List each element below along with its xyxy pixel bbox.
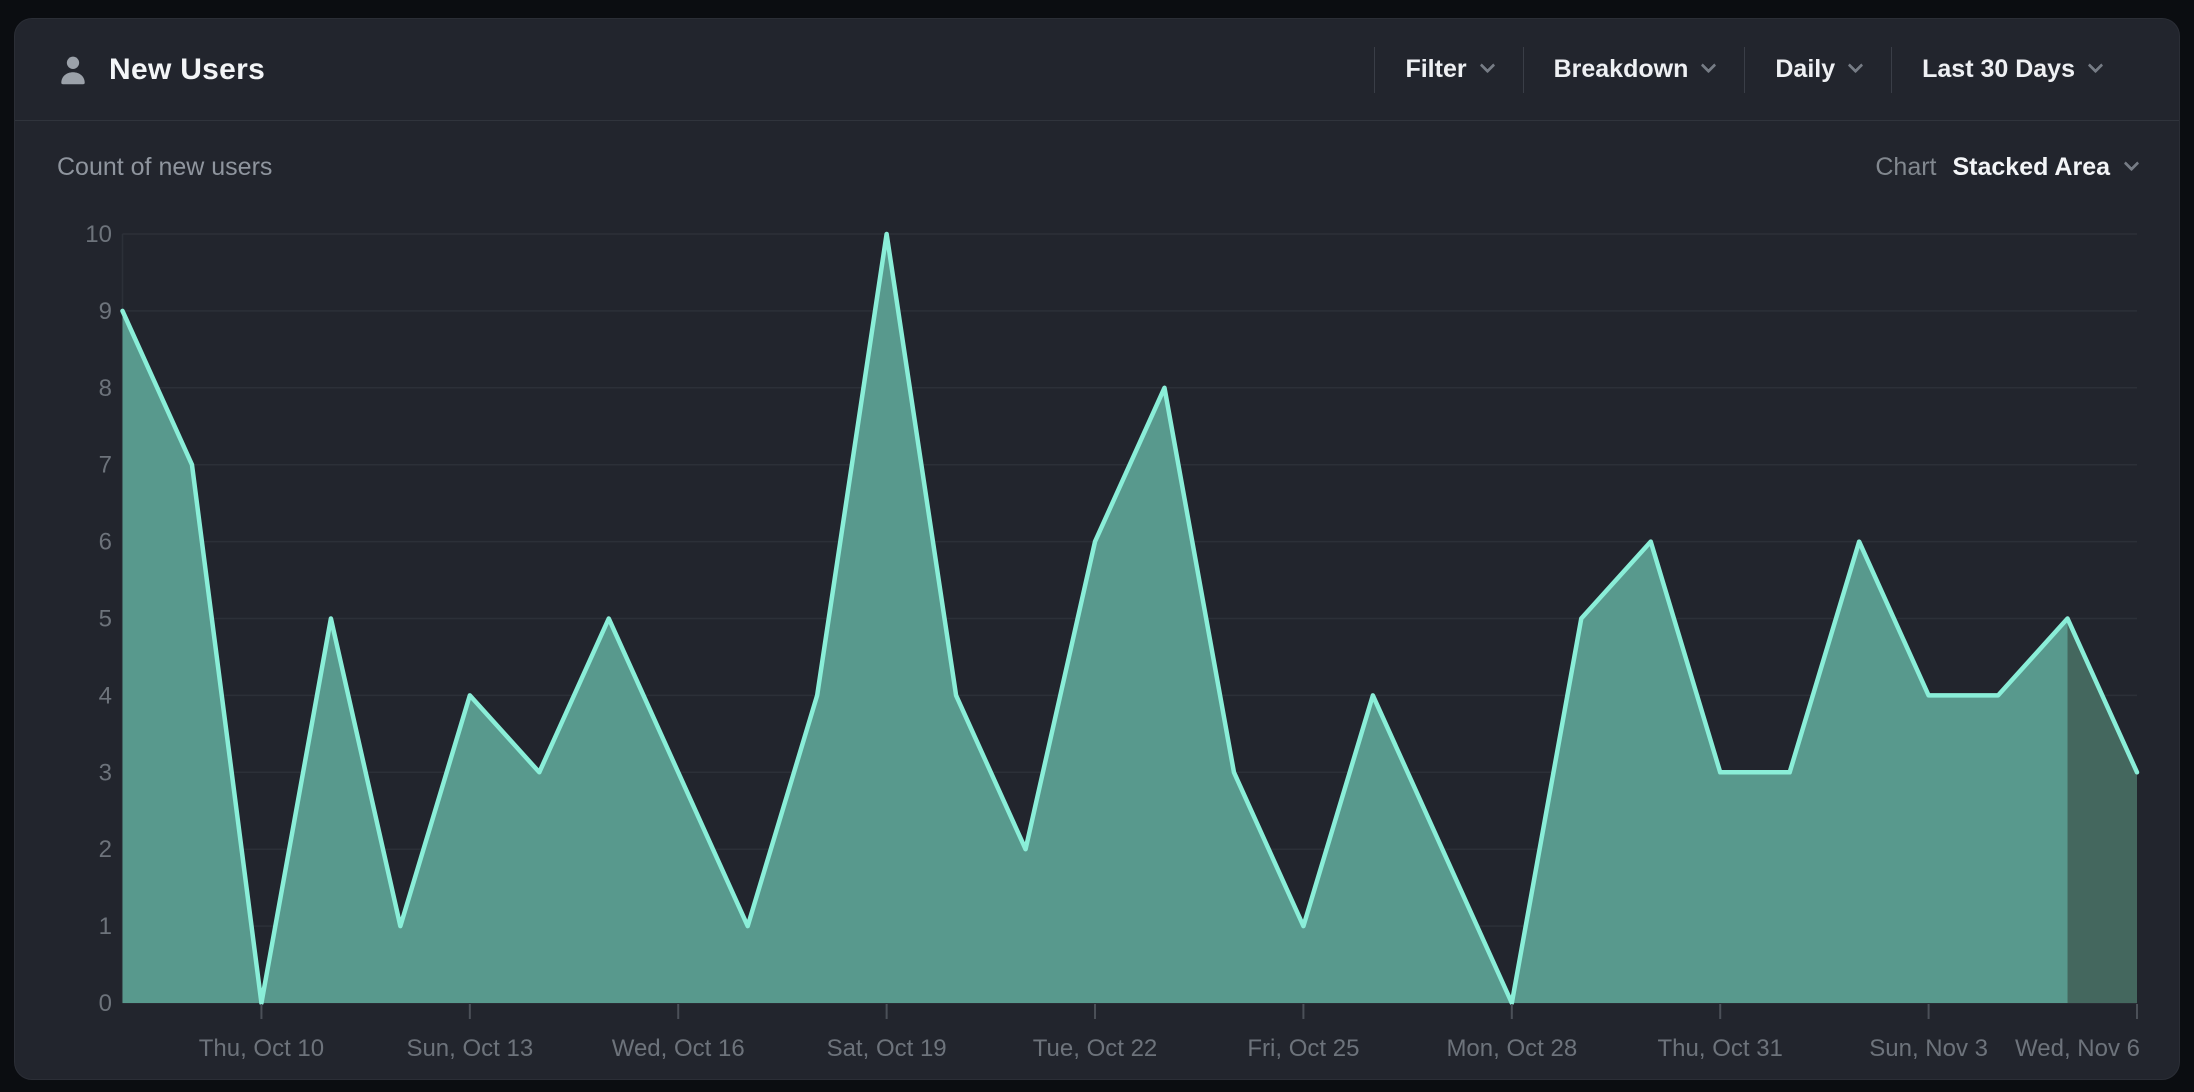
- filter-dropdown[interactable]: Filter: [1375, 40, 1522, 100]
- new-users-widget: New Users Filter Breakdown Daily Last 30…: [14, 18, 2180, 1080]
- widget-header: New Users Filter Breakdown Daily Last 30…: [15, 19, 2179, 121]
- page-background: { "header": { "title": "New Users", "con…: [0, 0, 2194, 1092]
- date-range-dropdown[interactable]: Last 30 Days: [1892, 40, 2131, 100]
- chart-type-select[interactable]: Chart Stacked Area: [1875, 153, 2137, 182]
- widget-title-group: New Users: [15, 52, 265, 88]
- chart-type-select-caption: Chart: [1875, 153, 1936, 182]
- granularity-dropdown[interactable]: Daily: [1745, 40, 1891, 100]
- granularity-dropdown-label: Daily: [1775, 55, 1835, 84]
- metric-label: Count of new users: [57, 153, 272, 182]
- filter-dropdown-label: Filter: [1405, 55, 1466, 84]
- breakdown-dropdown[interactable]: Breakdown: [1524, 40, 1745, 100]
- chevron-down-icon: [1479, 58, 1495, 74]
- chart-type-select-value: Stacked Area: [1953, 153, 2111, 182]
- header-controls: Filter Breakdown Daily Last 30 Days: [1374, 40, 2179, 100]
- date-range-dropdown-label: Last 30 Days: [1922, 55, 2075, 84]
- user-icon: [55, 52, 91, 88]
- chevron-down-icon: [2088, 58, 2104, 74]
- chevron-down-icon: [2124, 155, 2140, 171]
- breakdown-dropdown-label: Breakdown: [1554, 55, 1689, 84]
- widget-title: New Users: [109, 53, 265, 87]
- chart-toolbar: Count of new users Chart Stacked Area: [15, 121, 2179, 213]
- chevron-down-icon: [1848, 58, 1864, 74]
- chevron-down-icon: [1701, 58, 1717, 74]
